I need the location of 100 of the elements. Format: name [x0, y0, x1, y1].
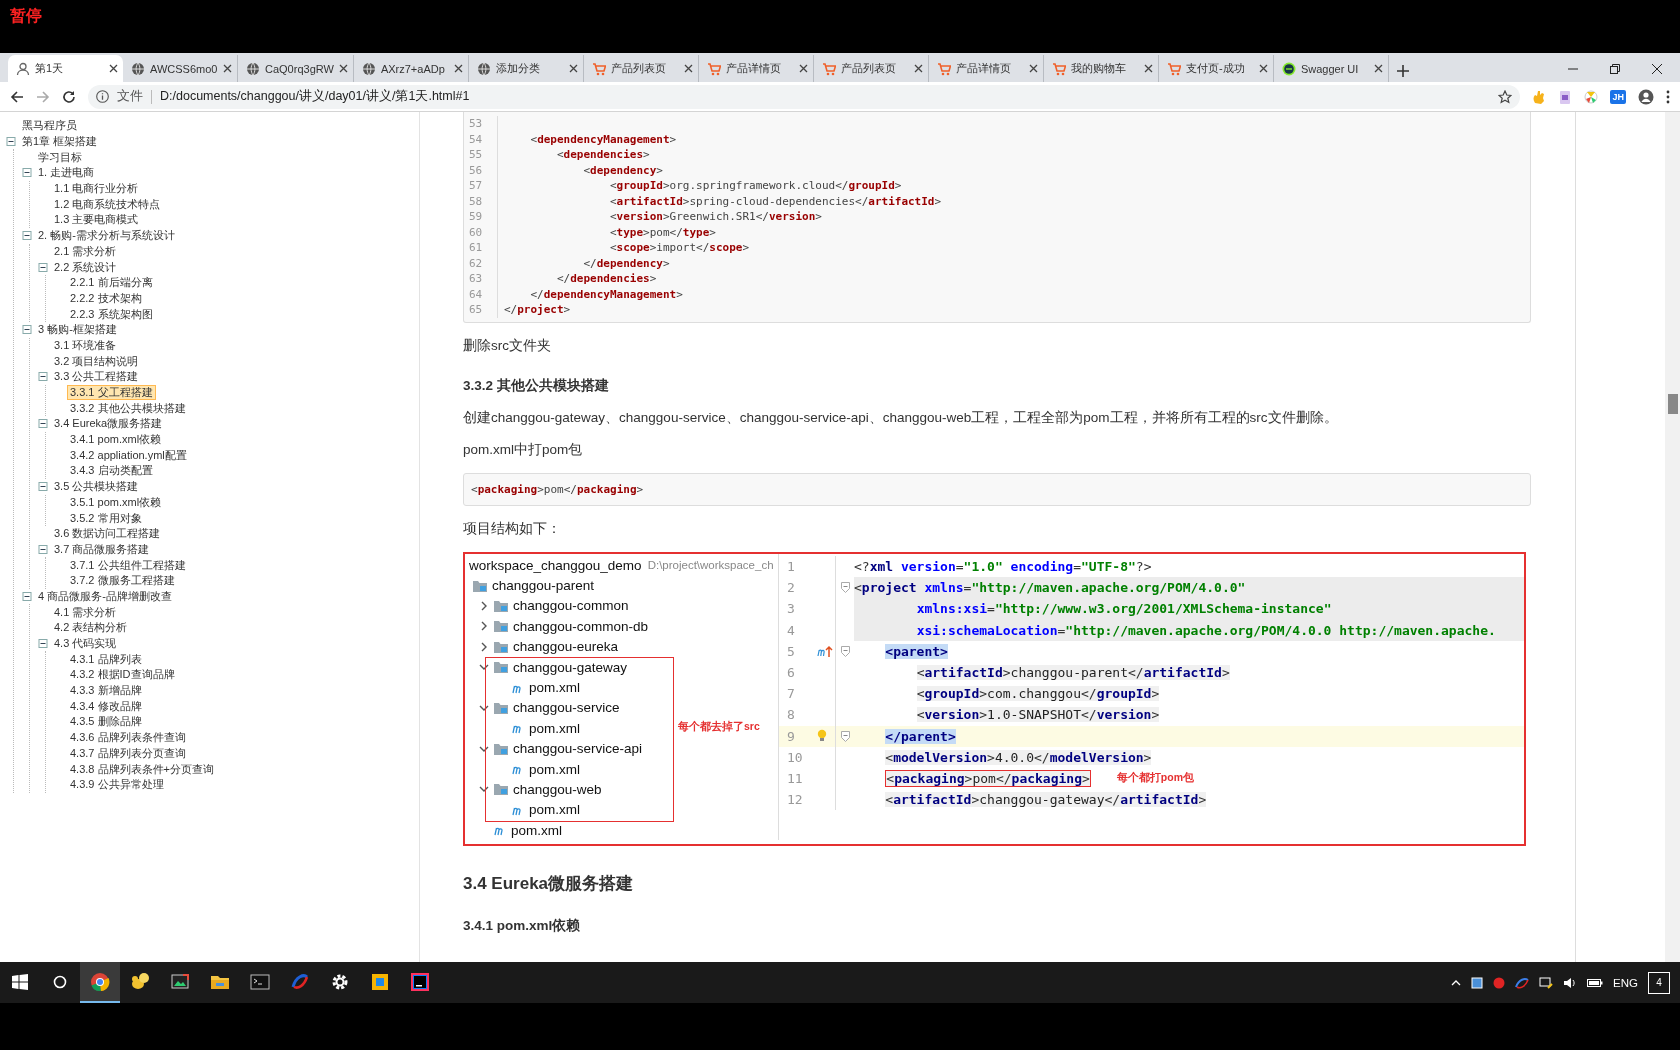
tree-item[interactable]: 4.3 代码实现 — [51, 636, 120, 652]
tree-item[interactable]: pom.xml — [529, 761, 580, 777]
tree-item[interactable]: 3.4.1 pom.xml依赖 — [67, 432, 165, 448]
tree-item[interactable]: 2.1 需求分析 — [51, 243, 120, 259]
tree-item[interactable]: 4.3.8 品牌列表条件+分页查询 — [67, 761, 217, 777]
scroll-thumb[interactable] — [1668, 394, 1678, 414]
scrollbar[interactable] — [1665, 112, 1680, 962]
tree-item[interactable]: changgou-parent — [492, 578, 595, 594]
start-icon[interactable] — [12, 973, 28, 990]
close-icon[interactable] — [1143, 64, 1153, 73]
close-icon[interactable] — [1373, 64, 1383, 73]
tree-item[interactable]: 3.7.1 公共组件工程搭建 — [67, 557, 189, 573]
fold-marker-icon[interactable] — [840, 730, 850, 742]
collapse-icon[interactable] — [38, 419, 48, 429]
tree-item[interactable]: pom.xml — [529, 720, 580, 736]
tree-item[interactable]: 第1章 框架搭建 — [19, 134, 101, 150]
collapse-icon[interactable] — [38, 372, 48, 382]
back-icon[interactable] — [10, 89, 24, 104]
tree-item[interactable]: 3.3 公共工程搭建 — [51, 369, 142, 385]
search-icon[interactable] — [53, 974, 67, 989]
taskbar-app[interactable] — [80, 962, 120, 1003]
reload-icon[interactable] — [62, 89, 76, 104]
close-icon[interactable] — [683, 64, 693, 73]
notification-badge[interactable]: 4 — [1648, 971, 1670, 994]
tree-item[interactable]: 2.2.2 技术架构 — [67, 290, 145, 306]
tree-item[interactable]: 3.6 数据访问工程搭建 — [51, 526, 164, 542]
tree-item[interactable]: 4.3.4 修改品牌 — [67, 698, 145, 714]
tree-item[interactable]: 4.3.1 品牌列表 — [67, 651, 145, 667]
close-icon[interactable] — [1028, 64, 1038, 73]
chevron-right-icon[interactable] — [479, 641, 489, 652]
caret-up-icon[interactable] — [1451, 979, 1462, 986]
close-icon[interactable] — [913, 64, 923, 73]
tree-item[interactable]: 2.2 系统设计 — [51, 259, 120, 275]
extension-badge[interactable]: JH — [1610, 89, 1626, 104]
close-icon[interactable] — [109, 64, 118, 73]
swirl-icon[interactable] — [1515, 976, 1530, 989]
tree-item[interactable]: 3.1 环境准备 — [51, 337, 120, 353]
volume-icon[interactable] — [1563, 976, 1578, 989]
close-icon[interactable] — [568, 64, 578, 73]
tree-item[interactable]: 2.2.3 系统架构图 — [67, 306, 156, 322]
fold-marker-icon[interactable] — [840, 645, 850, 657]
close-icon[interactable] — [1258, 64, 1268, 73]
tree-item[interactable]: 3.4 Eureka微服务搭建 — [51, 416, 166, 432]
tree-item[interactable]: 3.7.2 微服务工程搭建 — [67, 573, 178, 589]
tree-item[interactable]: 2.2.1 前后端分离 — [67, 275, 156, 291]
menu-icon[interactable] — [1666, 89, 1670, 104]
tree-item[interactable]: pom.xml — [511, 822, 562, 838]
close-icon[interactable] — [1652, 64, 1662, 74]
tree-item[interactable]: 3.5 公共模块搭建 — [51, 479, 142, 495]
tray-window-icon[interactable] — [1471, 976, 1484, 989]
restore-icon[interactable] — [1610, 64, 1620, 74]
tree-item[interactable]: changgou-gateway — [513, 659, 628, 675]
tree-item[interactable]: 黑马程序员 — [19, 118, 80, 134]
tree-item[interactable]: 1.2 电商系统技术特点 — [51, 196, 164, 212]
address-bar[interactable]: 文件 D:/documents/changgou/讲义/day01/讲义/第1天.html#1 — [88, 84, 1521, 109]
collapse-icon[interactable] — [22, 168, 32, 178]
tree-item[interactable]: 3.4.2 appliation.yml配置 — [67, 447, 190, 463]
tree-item[interactable]: 1.3 主要电商模式 — [51, 212, 142, 228]
tree-item[interactable]: 3 畅购-框架搭建 — [35, 322, 120, 338]
tree-item[interactable]: changgou-web — [513, 782, 602, 797]
tree-item[interactable]: changgou-service — [513, 700, 620, 716]
collapse-icon[interactable] — [22, 591, 32, 601]
tree-item[interactable]: 3.3.1 父工程搭建 — [67, 385, 156, 401]
tree-item[interactable]: 3.3.2 其他公共模块搭建 — [67, 400, 189, 416]
tree-item[interactable]: 4.3.3 新增品牌 — [67, 683, 145, 699]
collapse-icon[interactable] — [22, 231, 32, 241]
tree-item[interactable]: changgou-common — [513, 598, 629, 614]
tree-item[interactable]: 1.1 电商行业分析 — [51, 181, 142, 197]
collapse-icon[interactable] — [38, 262, 48, 272]
tree-item[interactable]: 1. 走进电商 — [35, 165, 98, 181]
collapse-icon[interactable] — [38, 482, 48, 492]
tree-item[interactable]: 3.4.3 启动类配置 — [67, 463, 156, 479]
battery-icon[interactable] — [1587, 977, 1604, 988]
tree-item[interactable]: 4 商品微服务-品牌增删改查 — [35, 588, 175, 604]
language-indicator[interactable]: ENG — [1613, 976, 1638, 989]
fold-marker-icon[interactable] — [840, 582, 850, 594]
network-icon[interactable] — [1539, 976, 1554, 989]
tree-item[interactable]: 4.3.5 删除品牌 — [67, 714, 145, 730]
new-tab-icon[interactable] — [1396, 65, 1409, 77]
tree-item[interactable]: pom.xml — [529, 680, 580, 696]
browser-tab[interactable]: 第1天 — [8, 55, 123, 82]
tree-item[interactable]: 学习目标 — [35, 149, 85, 165]
tree-item[interactable]: 2. 畅购-需求分析与系统设计 — [35, 228, 178, 244]
account-icon[interactable] — [1638, 88, 1654, 105]
tree-item[interactable]: 3.2 项目结构说明 — [51, 353, 142, 369]
tree-item[interactable]: 4.3.6 品牌列表条件查询 — [67, 730, 189, 746]
close-icon[interactable] — [798, 64, 808, 73]
tree-item[interactable]: changgou-eureka — [513, 639, 619, 655]
lightbulb-icon[interactable] — [817, 729, 827, 744]
tree-item[interactable]: 4.3.9 公共异常处理 — [67, 777, 167, 793]
tree-item[interactable]: 4.2 表结构分析 — [51, 620, 131, 636]
close-icon[interactable] — [338, 64, 348, 73]
collapse-icon[interactable] — [6, 137, 16, 147]
tree-item[interactable]: changgou-service-api — [513, 741, 643, 757]
document-icon[interactable] — [1558, 89, 1573, 104]
collapse-icon[interactable] — [38, 639, 48, 649]
override-marker-icon[interactable] — [817, 644, 833, 659]
tree-item[interactable]: 3.7 商品微服务搭建 — [51, 541, 153, 557]
collapse-icon[interactable] — [22, 325, 32, 335]
color-wheel-icon[interactable] — [1584, 89, 1599, 104]
